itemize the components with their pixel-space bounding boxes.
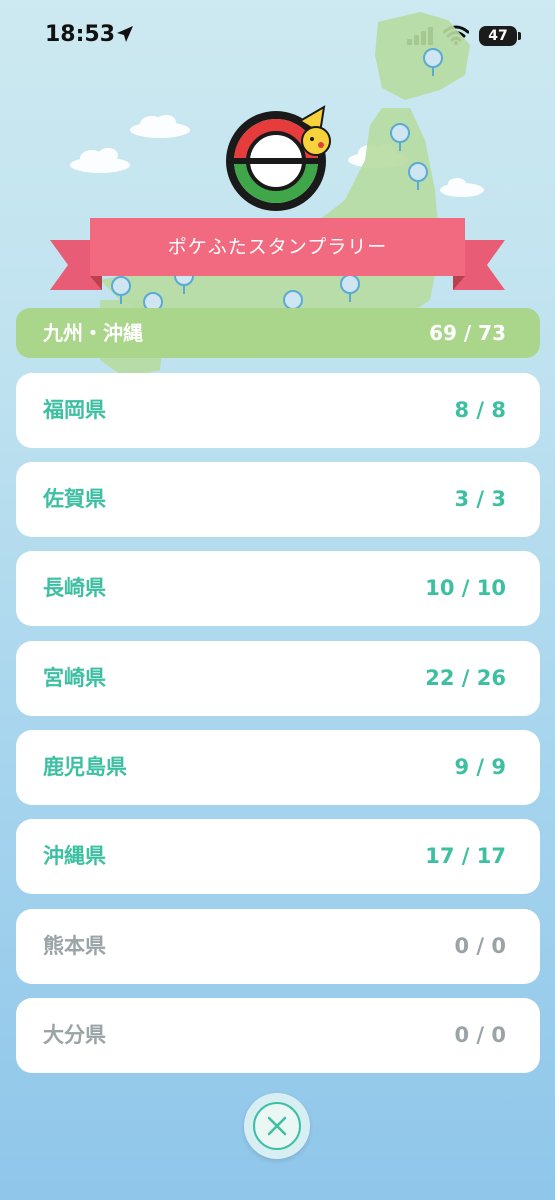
prefecture-count: 0 / 0 — [454, 934, 506, 958]
prefecture-name: 宮崎県 — [43, 666, 106, 690]
page-title: ポケふたスタンプラリー — [167, 236, 388, 258]
prefecture-name: 鹿児島県 — [43, 755, 127, 779]
prefecture-count: 8 / 8 — [454, 398, 506, 422]
prefecture-name: 熊本県 — [43, 934, 106, 958]
prefecture-row-nagasaki[interactable]: 長崎県 10 / 10 — [16, 551, 540, 626]
prefecture-count: 0 / 0 — [454, 1023, 506, 1047]
prefecture-name: 沖縄県 — [43, 844, 106, 868]
prefecture-row-saga[interactable]: 佐賀県 3 / 3 — [16, 462, 540, 537]
close-button[interactable] — [244, 1093, 310, 1159]
prefecture-name: 大分県 — [43, 1023, 106, 1047]
prefecture-count: 9 / 9 — [454, 755, 506, 779]
region-header: 九州・沖縄 69 / 73 — [16, 308, 540, 358]
prefecture-row-okinawa[interactable]: 沖縄県 17 / 17 — [16, 819, 540, 894]
prefecture-row-oita[interactable]: 大分県 0 / 0 — [16, 998, 540, 1073]
prefecture-name: 佐賀県 — [43, 487, 106, 511]
prefecture-row-miyazaki[interactable]: 宮崎県 22 / 26 — [16, 641, 540, 716]
prefecture-count: 10 / 10 — [425, 576, 506, 600]
prefecture-count: 22 / 26 — [425, 666, 506, 690]
region-count: 69 / 73 — [429, 321, 506, 345]
prefecture-count: 3 / 3 — [454, 487, 506, 511]
prefecture-name: 長崎県 — [43, 576, 106, 600]
pokefuta-logo — [226, 105, 331, 211]
prefecture-count: 17 / 17 — [425, 844, 506, 868]
prefecture-row-fukuoka[interactable]: 福岡県 8 / 8 — [16, 373, 540, 448]
prefecture-row-kagoshima[interactable]: 鹿児島県 9 / 9 — [16, 730, 540, 805]
close-icon — [267, 1116, 287, 1136]
prefecture-name: 福岡県 — [43, 398, 106, 422]
close-button-ring — [253, 1102, 301, 1150]
prefecture-row-kumamoto[interactable]: 熊本県 0 / 0 — [16, 909, 540, 984]
region-name: 九州・沖縄 — [43, 321, 143, 345]
